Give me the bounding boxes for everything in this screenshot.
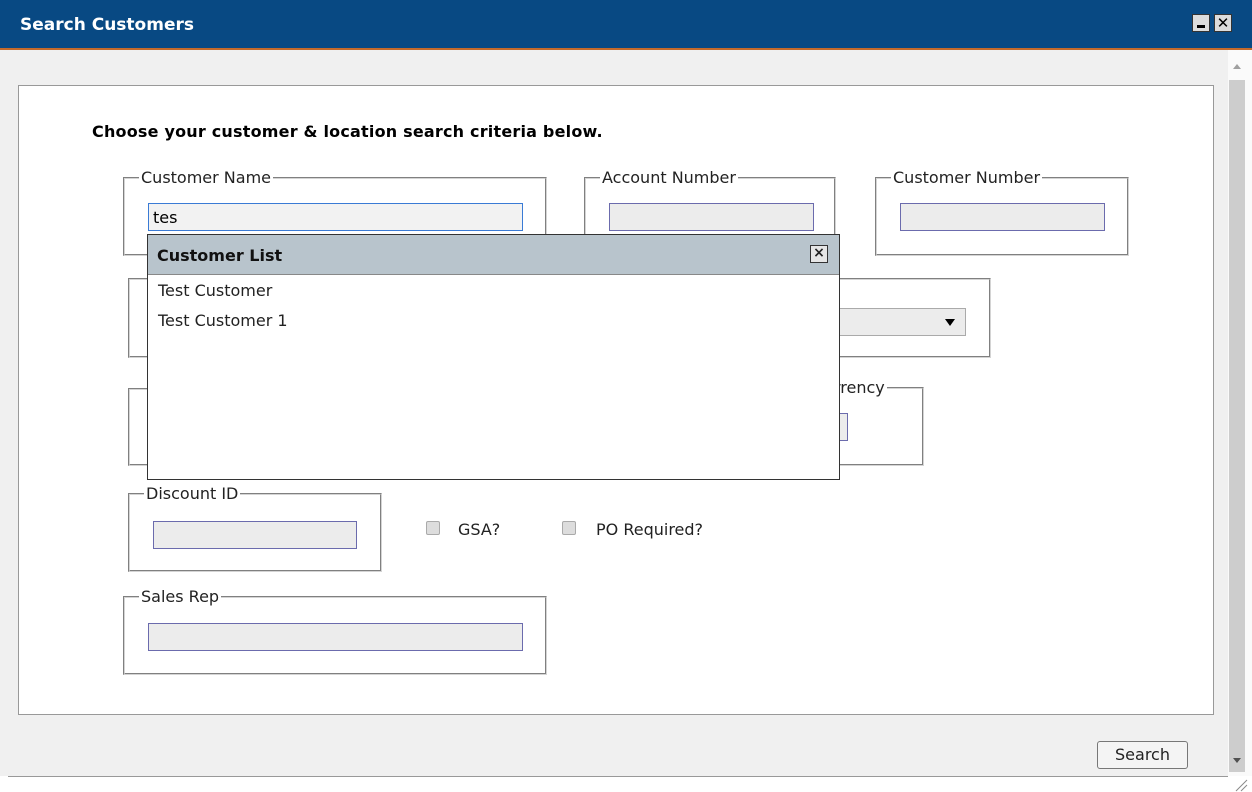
customer-number-input[interactable]: [900, 203, 1105, 231]
triangle-down-icon: [945, 319, 955, 326]
customer-name-input[interactable]: [148, 203, 523, 231]
form-heading: Choose your customer & location search c…: [92, 122, 603, 141]
scrollbar-thumb[interactable]: [1229, 80, 1245, 772]
list-item[interactable]: Test Customer 1: [158, 311, 288, 330]
resize-grip-icon[interactable]: [1234, 778, 1248, 792]
vertical-scrollbar[interactable]: [1228, 50, 1252, 776]
account-number-legend: Account Number: [602, 168, 736, 187]
sales-rep-input[interactable]: [148, 623, 523, 651]
scroll-down-icon[interactable]: [1233, 758, 1241, 763]
gsa-checkbox[interactable]: [426, 521, 440, 535]
window-title: Search Customers: [20, 15, 194, 35]
gsa-label: GSA?: [458, 520, 501, 539]
discount-id-input[interactable]: [153, 521, 357, 549]
po-required-checkbox[interactable]: [562, 521, 576, 535]
footer-divider: [8, 776, 1228, 777]
dropdown-select[interactable]: [826, 308, 966, 336]
search-button[interactable]: Search: [1097, 741, 1188, 769]
po-required-label: PO Required?: [596, 520, 704, 539]
currency-legend: rrency: [834, 378, 885, 397]
window-titlebar: Search Customers ✕: [0, 0, 1252, 50]
discount-id-legend: Discount ID: [146, 484, 239, 503]
customer-list-header: Customer List ×: [148, 235, 839, 275]
account-number-input[interactable]: [609, 203, 814, 231]
close-icon[interactable]: ✕: [1214, 14, 1232, 32]
scroll-up-icon[interactable]: [1233, 64, 1241, 69]
customer-name-legend: Customer Name: [141, 168, 272, 187]
customer-list-title: Customer List: [157, 246, 283, 265]
customer-list-popup: Customer List × Test Customer Test Custo…: [147, 234, 840, 480]
minimize-icon[interactable]: [1192, 14, 1210, 32]
list-item[interactable]: Test Customer: [158, 281, 272, 300]
customer-number-legend: Customer Number: [893, 168, 1041, 187]
close-icon[interactable]: ×: [810, 245, 828, 263]
sales-rep-legend: Sales Rep: [141, 587, 220, 606]
